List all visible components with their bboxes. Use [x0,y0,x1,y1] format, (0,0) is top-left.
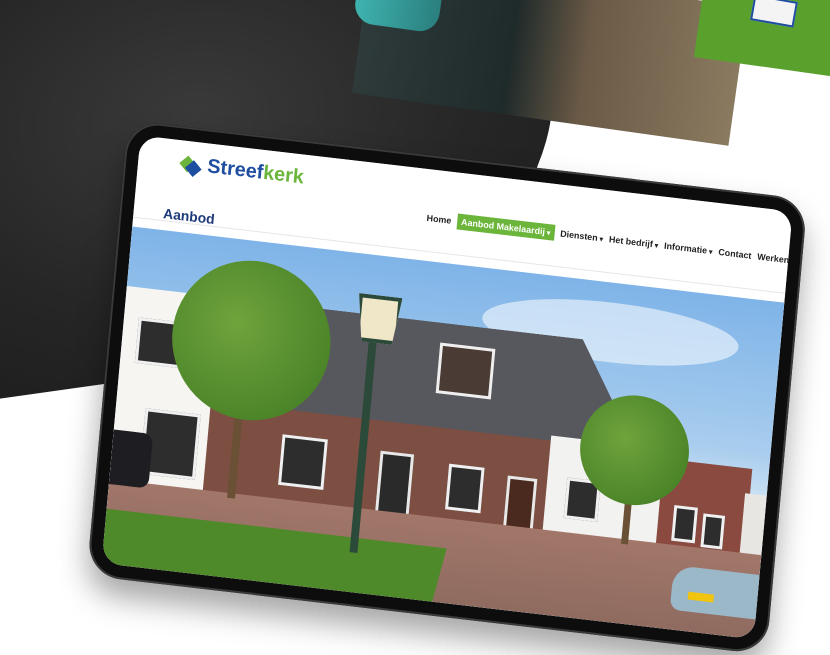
nav-item-diensten[interactable]: Diensten▾ [560,229,604,244]
nav-item-label: Informatie [663,240,708,256]
nav-item-label: Het bedrijf [608,234,654,250]
photo-window [445,463,485,514]
logo-mark-icon [179,153,203,177]
main-navigation: Home Aanbod Makelaardij▾ Diensten▾ Het b… [426,210,793,275]
photo-window [278,434,328,490]
nav-item-label: Home [426,212,452,226]
logo-text-part2: kerk [262,161,305,189]
nav-item-het-bedrijf[interactable]: Het bedrijf▾ [609,234,659,250]
nav-item-werken-bij[interactable]: Werken bij Streefkerk [757,252,793,272]
photo-door [374,450,415,520]
tablet-screen: Streefkerk Home Aanbod Makelaardij▾ Dien… [101,135,793,640]
nav-item-home[interactable]: Home [426,213,452,226]
nav-item-label: Diensten [559,228,599,243]
logo-text: Streefkerk [206,155,304,189]
logo-text-part1: Streef [206,155,265,184]
site-logo[interactable]: Streefkerk [179,152,304,189]
tablet-device: Streefkerk Home Aanbod Makelaardij▾ Dien… [86,120,808,655]
chevron-down-icon: ▾ [708,248,713,257]
nav-item-aanbod-makelaardij[interactable]: Aanbod Makelaardij▾ [456,213,556,241]
photo-window [700,513,726,550]
photo-car-left [101,428,154,489]
chevron-down-icon: ▾ [546,229,551,238]
nav-item-label: Contact [717,247,752,261]
photo-window [671,504,698,544]
nav-item-informatie[interactable]: Informatie▾ [664,241,713,257]
nav-item-label: Werken bij Streefkerk [756,251,793,272]
nav-item-contact[interactable]: Contact [718,247,752,261]
nav-item-label: Aanbod Makelaardij [460,216,546,237]
chevron-down-icon: ▾ [654,242,659,250]
photo-dormer-window [435,342,496,400]
chevron-down-icon: ▾ [599,236,604,244]
